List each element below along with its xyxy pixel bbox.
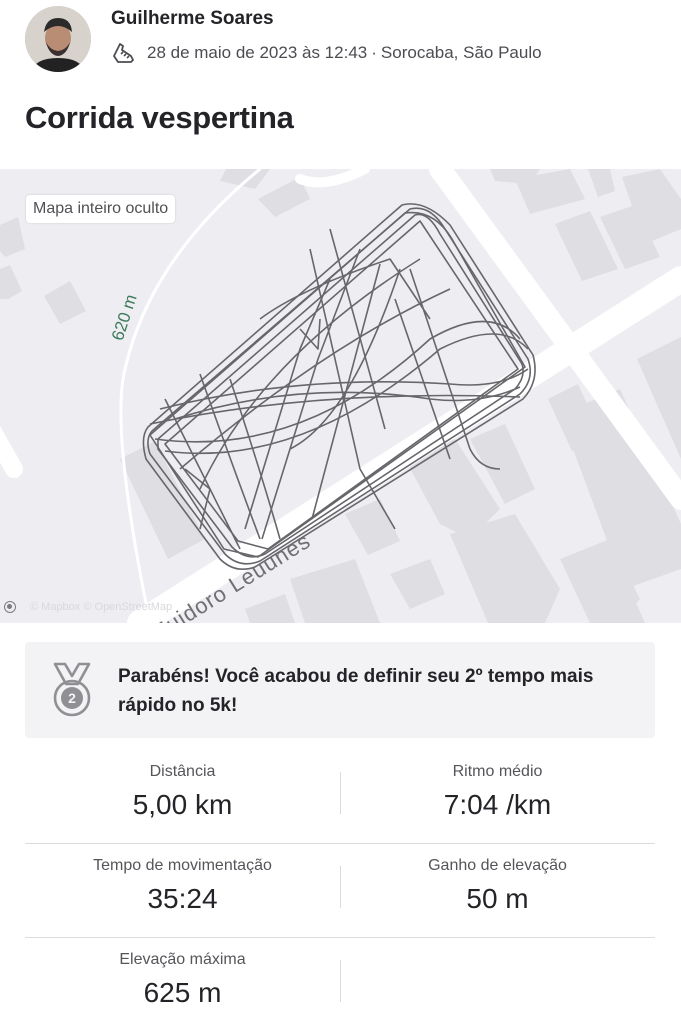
running-shoe-icon: [113, 43, 134, 63]
avatar-image: [25, 6, 91, 72]
activity-date: 28 de maio de 2023 às 12:43: [147, 43, 368, 62]
mapbox-logo-icon: [4, 601, 16, 613]
activity-stats: Distância 5,00 km Ritmo médio 7:04 /km T…: [25, 750, 655, 1031]
stat-label: Distância: [149, 763, 216, 780]
silver-medal-2-icon: 2: [53, 662, 91, 717]
activity-title: Corrida vespertina: [25, 100, 294, 135]
activity-header: Guilherme Soares 28 de maio de 2023 às 1…: [0, 0, 681, 160]
stat-label: Ganho de elevação: [428, 857, 567, 874]
stat-label: Elevação máxima: [119, 951, 246, 968]
map-attribution[interactable]: © Mapbox © OpenStreetMap: [4, 601, 172, 613]
stat-pace: Ritmo médio 7:04 /km: [340, 750, 655, 821]
stat-label: Tempo de movimentação: [93, 857, 272, 874]
stats-row: Distância 5,00 km Ritmo médio 7:04 /km: [25, 750, 655, 844]
meta-separator: ·: [371, 43, 377, 62]
attribution-text: © Mapbox © OpenStreetMap: [30, 601, 173, 613]
stat-max-elevation: Elevação máxima 625 m: [25, 938, 340, 1009]
avatar[interactable]: [25, 6, 91, 72]
stat-value: 7:04 /km: [443, 789, 552, 820]
stat-divider: [340, 960, 341, 1002]
activity-meta: 28 de maio de 2023 às 12:43 · Sorocaba, …: [111, 40, 542, 66]
stat-value: 35:24: [147, 883, 218, 914]
stats-row: Elevação máxima 625 m: [25, 938, 655, 1031]
stat-moving-time: Tempo de movimentação 35:24: [25, 844, 340, 915]
stat-elevation-gain: Ganho de elevação 50 m: [340, 844, 655, 915]
achievement-text: Parabéns! Você acabou de definir seu 2º …: [118, 666, 594, 716]
map-privacy-label: Mapa inteiro oculto: [26, 195, 176, 223]
svg-text:2: 2: [68, 690, 76, 706]
achievement-banner[interactable]: 2 Parabéns! Você acabou de definir seu 2…: [25, 642, 655, 738]
stat-value: 625 m: [143, 977, 222, 1008]
activity-location: Sorocaba, São Paulo: [380, 43, 542, 62]
map-canvas: [0, 169, 681, 623]
stat-value: 5,00 km: [132, 789, 233, 820]
athlete-name[interactable]: Guilherme Soares: [111, 8, 274, 30]
stat-value: 50 m: [466, 883, 529, 914]
stat-label: Ritmo médio: [452, 763, 543, 780]
stat-distance: Distância 5,00 km: [25, 750, 340, 821]
activity-map[interactable]: Mapa inteiro oculto 620 m Euidoro Leuune…: [0, 169, 681, 623]
stats-row: Tempo de movimentação 35:24 Ganho de ele…: [25, 844, 655, 938]
